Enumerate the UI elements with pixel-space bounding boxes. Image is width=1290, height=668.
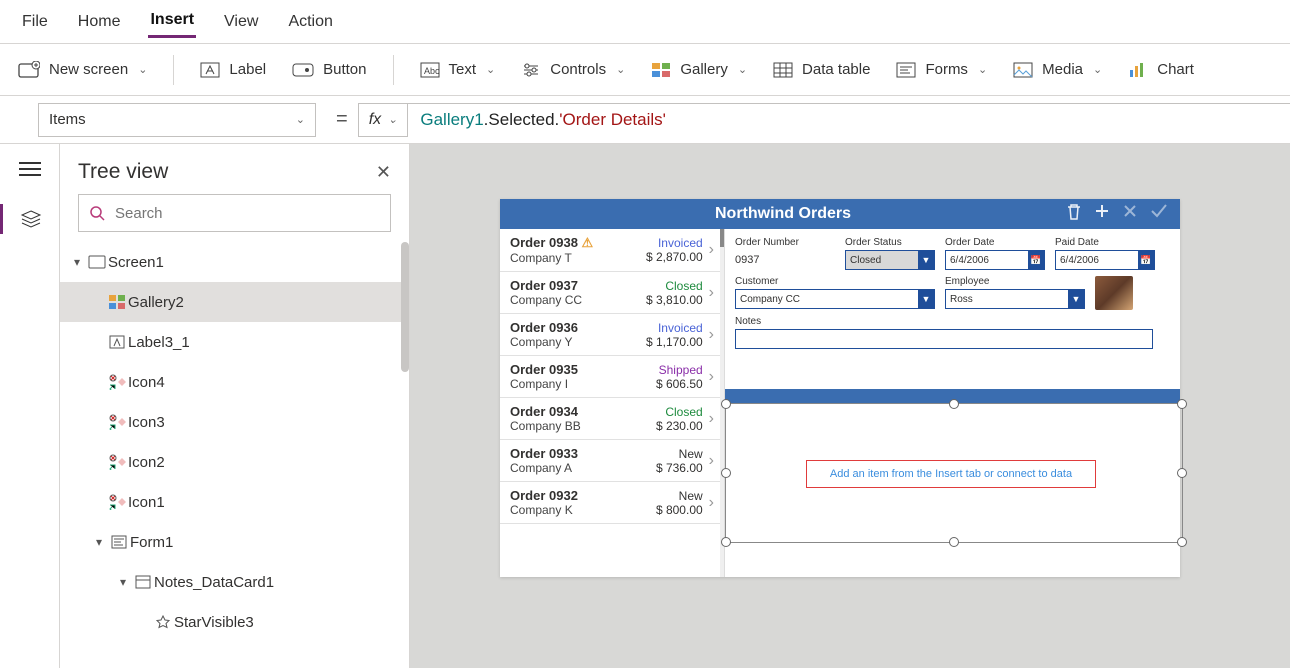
gallery-icon [106, 295, 128, 309]
label-button[interactable]: Label [200, 61, 266, 78]
tree-node-notes-datacard1[interactable]: ▾ Notes_DataCard1 [60, 562, 409, 602]
left-rail [0, 144, 60, 668]
tree-node-label3-1[interactable]: Label3_1 [60, 322, 409, 362]
label-notes: Notes [735, 316, 1170, 327]
search-input[interactable] [78, 194, 391, 232]
canvas[interactable]: Northwind Orders [410, 144, 1290, 668]
select-employee[interactable]: Ross▼ [945, 289, 1085, 309]
text-dropdown[interactable]: Abc Text⌄ [420, 61, 496, 78]
chart-dropdown[interactable]: Chart [1128, 61, 1194, 78]
chevron-right-icon: › [709, 326, 714, 344]
input-notes[interactable] [735, 329, 1153, 349]
chart-icon [1128, 62, 1148, 78]
select-customer[interactable]: Company CC▼ [735, 289, 935, 309]
media-icon [1013, 62, 1033, 78]
menu-view[interactable]: View [222, 7, 260, 37]
selected-gallery-control[interactable]: Add an item from the Insert tab or conne… [725, 403, 1183, 543]
controls-dropdown[interactable]: Controls⌄ [521, 61, 625, 78]
screen-plus-icon [18, 61, 40, 79]
equals-sign: = [336, 108, 348, 131]
table-icon [773, 62, 793, 78]
plus-icon[interactable] [1094, 203, 1110, 226]
gallery-dropdown[interactable]: Gallery⌄ [651, 61, 747, 78]
menu-bar: File Home Insert View Action [0, 0, 1290, 44]
app-header: Northwind Orders [500, 199, 1180, 229]
tree-node-icon3[interactable]: Icon3 [60, 402, 409, 442]
menu-insert[interactable]: Insert [148, 5, 196, 38]
media-dropdown[interactable]: Media⌄ [1013, 61, 1102, 78]
tree-node-icon4[interactable]: Icon4 [60, 362, 409, 402]
chevron-right-icon: › [709, 241, 714, 259]
label-employee: Employee [945, 276, 1085, 287]
order-row[interactable]: Order 0936Company YInvoiced$ 1,170.00› [500, 314, 724, 356]
tree-node-icon2[interactable]: Icon2 [60, 442, 409, 482]
search-icon [89, 205, 105, 221]
order-row[interactable]: Order 0932Company KNew$ 800.00› [500, 482, 724, 524]
chevron-right-icon: › [709, 410, 714, 428]
forms-dropdown[interactable]: Forms⌄ [896, 61, 987, 78]
scrollbar-thumb[interactable] [401, 242, 409, 372]
gallery-icon [651, 62, 671, 78]
chevron-right-icon: › [709, 284, 714, 302]
formula-bar: Items⌄ = fx⌄ Gallery1.Selected.'Order De… [0, 96, 1290, 144]
value-order-number: 0937 [735, 250, 835, 270]
new-screen-button[interactable]: New screen⌄ [18, 61, 147, 79]
input-paid-date[interactable]: 6/4/2006📅 [1055, 250, 1155, 270]
tree-view-rail-button[interactable] [0, 204, 59, 234]
check-icon[interactable] [1150, 203, 1168, 226]
ribbon: New screen⌄ Label Button Abc Text⌄ Contr… [0, 44, 1290, 96]
label-paid-date: Paid Date [1055, 237, 1155, 248]
controls-icon [521, 62, 541, 78]
order-row[interactable]: Order 0938 ⚠Company TInvoiced$ 2,870.00› [500, 229, 724, 272]
chevron-right-icon: › [709, 368, 714, 386]
warning-icon: ⚠ [582, 235, 594, 250]
forms-icon [896, 62, 916, 78]
formula-input[interactable]: Gallery1.Selected.'Order Details' [408, 103, 1290, 137]
label-order-status: Order Status [845, 237, 935, 248]
svg-text:Abc: Abc [424, 66, 440, 76]
tree-node-screen1[interactable]: ▾ Screen1 [60, 242, 409, 282]
layers-icon [20, 210, 42, 228]
gallery-placeholder[interactable]: Add an item from the Insert tab or conne… [806, 460, 1096, 488]
cancel-icon[interactable] [1122, 203, 1138, 226]
tree-node-starvisible3[interactable]: StarVisible3 [60, 602, 409, 642]
menu-file[interactable]: File [20, 7, 50, 37]
scrollbar-thumb[interactable] [720, 229, 724, 247]
chevron-right-icon: › [709, 452, 714, 470]
trash-icon[interactable] [1066, 203, 1082, 226]
menu-home[interactable]: Home [76, 7, 123, 37]
tree-view-title: Tree view [78, 160, 168, 184]
close-icon[interactable]: ✕ [376, 162, 391, 183]
property-selector[interactable]: Items⌄ [38, 103, 316, 137]
label-order-date: Order Date [945, 237, 1045, 248]
tree-node-form1[interactable]: ▾ Form1 [60, 522, 409, 562]
connect-to-data-link[interactable]: connect to data [997, 468, 1072, 480]
tree-node-gallery2[interactable]: Gallery2 [60, 282, 409, 322]
fx-button[interactable]: fx⌄ [358, 103, 409, 137]
tree-node-icon1[interactable]: Icon1 [60, 482, 409, 522]
order-row[interactable]: Order 0937Company CCClosed$ 3,810.00› [500, 272, 724, 314]
label-customer: Customer [735, 276, 935, 287]
menu-action[interactable]: Action [286, 7, 334, 37]
tree-view-body: ▾ Screen1 Gallery2 Label3_1 Icon4 [60, 242, 409, 668]
button-button[interactable]: Button [292, 61, 366, 78]
order-row[interactable]: Order 0935Company IShipped$ 606.50› [500, 356, 724, 398]
app-screen: Northwind Orders [500, 199, 1180, 577]
data-table-button[interactable]: Data table [773, 61, 870, 78]
label-order-number: Order Number [735, 237, 835, 248]
chevron-right-icon: › [709, 494, 714, 512]
app-title: Northwind Orders [500, 205, 1066, 223]
tree-view-panel: Tree view ✕ ▾ Screen1 Gallery2 [60, 144, 410, 668]
select-order-status[interactable]: Closed▼ [845, 250, 935, 270]
hamburger-icon[interactable] [19, 158, 41, 180]
order-row[interactable]: Order 0934Company BBClosed$ 230.00› [500, 398, 724, 440]
text-icon: Abc [420, 62, 440, 78]
employee-avatar [1095, 276, 1133, 310]
order-row[interactable]: Order 0933Company ANew$ 736.00› [500, 440, 724, 482]
label-icon [200, 62, 220, 78]
input-order-date[interactable]: 6/4/2006📅 [945, 250, 1045, 270]
button-icon [292, 62, 314, 78]
order-detail-form: Order Number 0937 Order Status Closed▼ O… [725, 229, 1180, 577]
order-list[interactable]: Order 0938 ⚠Company TInvoiced$ 2,870.00›… [500, 229, 725, 577]
